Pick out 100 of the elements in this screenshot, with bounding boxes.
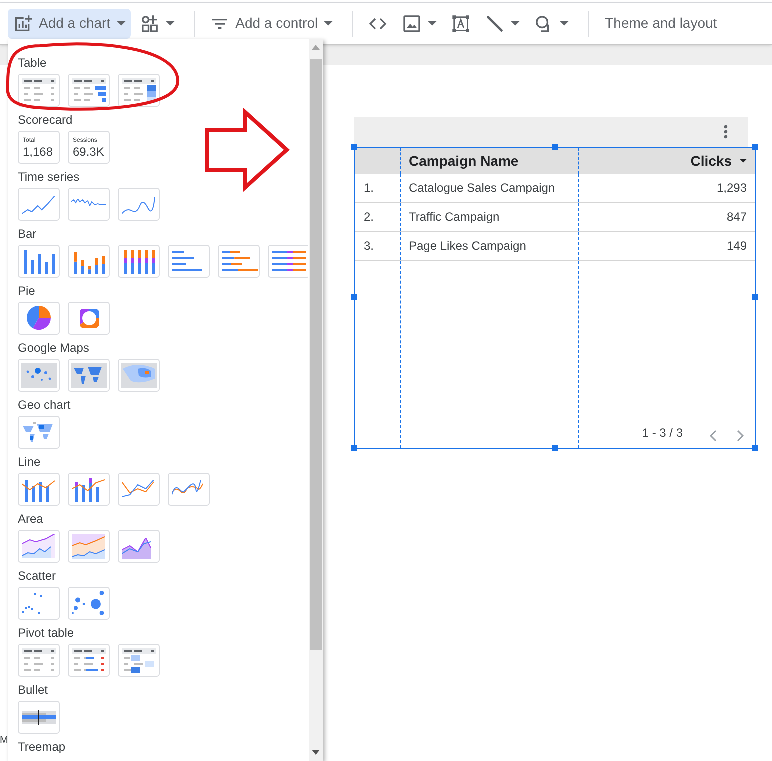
resize-handle[interactable] <box>351 144 357 150</box>
resize-handle[interactable] <box>552 144 558 150</box>
area-chart-icon <box>72 534 105 559</box>
section-label: Pie <box>18 283 36 299</box>
section-label: Bar <box>18 226 38 242</box>
resize-handle[interactable] <box>752 294 758 300</box>
image-icon <box>402 14 422 34</box>
canvas-text: M <box>0 736 8 746</box>
chart-type-option[interactable] <box>168 473 210 506</box>
combo-chart-icon <box>22 480 55 502</box>
section-label: Treemap <box>18 739 67 755</box>
resize-handle[interactable] <box>752 445 758 451</box>
chart-type-option[interactable] <box>68 530 110 563</box>
section-label: Area <box>18 511 44 527</box>
chart-type-option[interactable] <box>18 416 60 449</box>
chart-type-option[interactable] <box>68 302 110 335</box>
table-icon <box>22 78 56 102</box>
bar-chart-icon <box>172 251 202 272</box>
chart-type-option[interactable] <box>18 473 60 506</box>
bullet-chart-icon <box>22 710 56 725</box>
chart-type-option[interactable] <box>118 245 160 278</box>
chart-button[interactable]: Add a chart <box>8 8 131 38</box>
resize-handle[interactable] <box>752 144 758 150</box>
section-label: Geo chart <box>18 397 72 413</box>
map-icon <box>71 363 107 388</box>
table-cell: Traffic Campaign <box>400 203 578 231</box>
chart-type-option[interactable] <box>18 530 60 563</box>
chart-type-option[interactable] <box>18 359 60 392</box>
map-icon <box>121 363 157 388</box>
caret-icon <box>166 21 175 26</box>
chart-type-option[interactable] <box>118 359 160 392</box>
caret-icon <box>560 21 570 26</box>
caret-icon <box>324 21 334 26</box>
line-chart-icon <box>122 197 155 214</box>
donut-chart-icon <box>80 308 98 328</box>
row-number: 3. <box>363 238 376 255</box>
area-chart-icon <box>122 538 151 559</box>
pivot-table-heatmap-icon <box>122 648 156 673</box>
chart-type-option[interactable] <box>18 188 60 221</box>
chart-type-option[interactable] <box>68 74 110 107</box>
scrollbar-thumb[interactable] <box>310 59 322 650</box>
text-box-icon <box>451 14 472 34</box>
table-cell: 1,293 <box>578 174 755 202</box>
chart-type-option[interactable] <box>68 245 110 278</box>
section-label: Pivot table <box>18 625 76 641</box>
theme-layout-button[interactable]: Theme and layout <box>599 8 724 38</box>
chart-type-option[interactable] <box>18 74 60 107</box>
line-icon <box>485 14 506 34</box>
scrollbar[interactable] <box>309 39 323 761</box>
stacked-bar-chart-icon <box>222 251 258 272</box>
table-cell: 149 <box>578 232 755 260</box>
chart-add-icon <box>13 14 33 34</box>
scroll-down-icon[interactable] <box>312 750 320 755</box>
line-chart-icon <box>22 196 55 214</box>
resize-handle[interactable] <box>351 294 357 300</box>
chart-type-option[interactable] <box>68 188 110 221</box>
stacked-bar-chart-icon <box>272 251 306 272</box>
row-number: 2. <box>363 209 376 226</box>
chart-type-option[interactable] <box>118 644 160 677</box>
line-chart-icon <box>172 480 203 495</box>
control-button[interactable]: Add a control <box>204 8 338 38</box>
chart-type-option[interactable] <box>118 74 160 107</box>
resize-handle[interactable] <box>351 445 357 451</box>
section-label: Scorecard <box>18 112 74 128</box>
map-icon <box>21 363 57 388</box>
pagination-text: 1 - 3 / 3 <box>642 425 683 442</box>
shapes-plus-icon <box>140 14 160 34</box>
scatter-plot-icon <box>22 592 42 614</box>
pie-chart-icon <box>26 306 51 330</box>
world-map-icon <box>23 422 53 442</box>
section-label: Bullet <box>18 682 50 698</box>
chevron-right-icon[interactable] <box>737 430 745 442</box>
chart-type-option[interactable] <box>118 530 160 563</box>
chart-type-option[interactable] <box>68 587 110 620</box>
chart-type-option[interactable] <box>18 302 60 335</box>
section-label: Line <box>18 454 42 470</box>
chevron-left-icon[interactable] <box>709 430 717 442</box>
chart-type-option[interactable] <box>18 644 60 677</box>
chart-type-option[interactable] <box>18 245 60 278</box>
chart-type-option[interactable] <box>168 245 210 278</box>
chart-type-option[interactable] <box>68 644 110 677</box>
table-cell: Page Likes Campaign <box>400 232 578 260</box>
resize-handle[interactable] <box>552 445 558 451</box>
table-heatmap-icon <box>122 78 156 103</box>
chart-type-option[interactable] <box>68 359 110 392</box>
line-chart-icon <box>122 480 154 497</box>
chart-type-option[interactable] <box>18 701 60 734</box>
pivot-table-bars-icon <box>72 648 106 671</box>
stacked-column-chart-icon <box>124 250 155 274</box>
chart-type-option[interactable] <box>118 188 160 221</box>
chart-type-option[interactable] <box>218 245 260 278</box>
chart-type-option[interactable] <box>268 245 308 278</box>
chart-type-option[interactable] <box>68 473 110 506</box>
caret-icon <box>428 21 438 26</box>
table-cell: Catalogue Sales Campaign <box>400 174 578 202</box>
area-chart-icon <box>22 534 55 558</box>
chart-type-option[interactable] <box>118 473 160 506</box>
bubble-chart-icon <box>72 590 104 616</box>
section-label: Scatter <box>18 568 58 584</box>
stacked-column-chart-icon <box>74 252 105 274</box>
